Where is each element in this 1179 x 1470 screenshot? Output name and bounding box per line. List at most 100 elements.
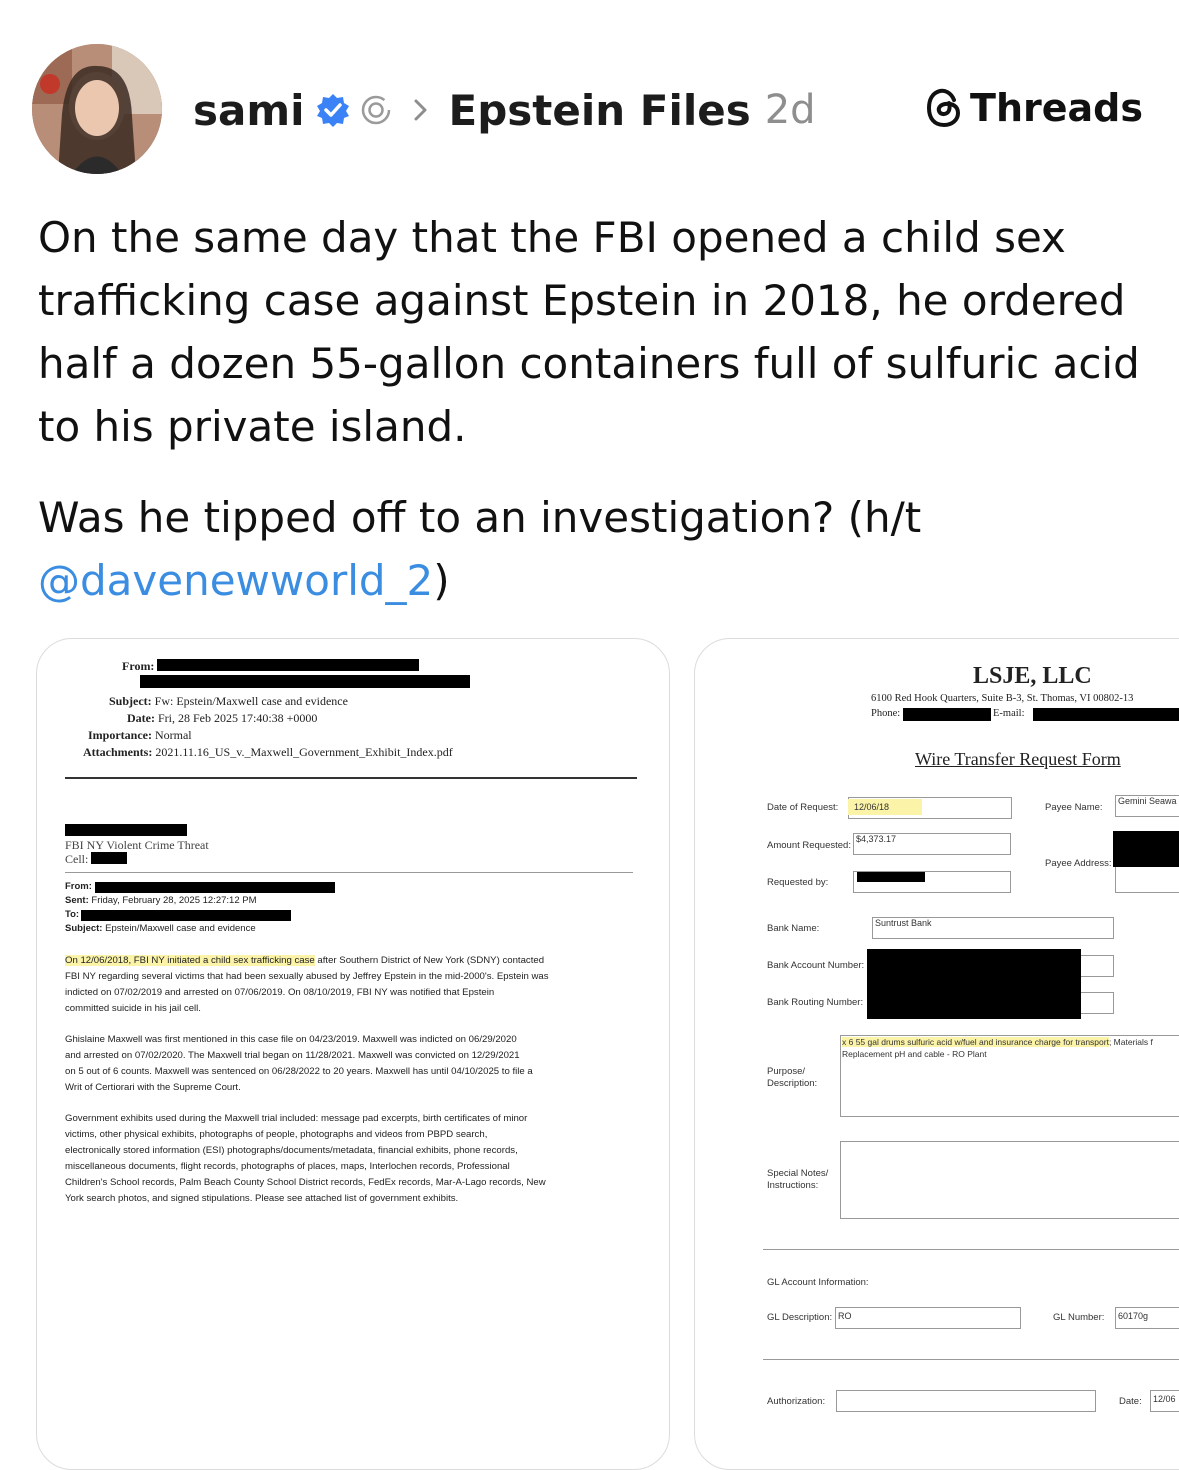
- post-closing: ): [433, 556, 450, 605]
- body2-line: Writ of Certiorari with the Supreme Cour…: [65, 1082, 241, 1093]
- post-paragraph-2: Was he tipped off to an investigation? (…: [38, 486, 1148, 612]
- email-subject-label: Subject:: [109, 694, 152, 708]
- date-label: Date:: [1119, 1396, 1142, 1407]
- avatar-photo: [32, 44, 162, 174]
- body3-line: Children's School records, Palm Beach Co…: [65, 1177, 546, 1188]
- inner-subject-label: Subject:: [65, 923, 103, 934]
- payee-name-label: Payee Name:: [1045, 802, 1103, 813]
- divider: [763, 1359, 1179, 1360]
- divider: [65, 872, 633, 873]
- username[interactable]: sami: [193, 86, 305, 135]
- redaction: [1033, 708, 1179, 721]
- company-address: 6100 Red Hook Quarters, Suite B-3, St. T…: [871, 693, 1134, 704]
- topic-link[interactable]: Epstein Files: [449, 86, 751, 135]
- inner-sent: Friday, February 28, 2025 12:27:12 PM: [91, 895, 257, 906]
- gl-description-field: [835, 1307, 1021, 1329]
- post-header: sami Epstein Files 2d: [193, 80, 816, 140]
- redaction: [65, 824, 187, 836]
- divider: [763, 1249, 1179, 1250]
- redaction: [81, 910, 291, 921]
- highlighted-case-sentence: On 12/06/2018, FBI NY initiated a child …: [65, 955, 315, 966]
- payee-address-label: Payee Address:: [1045, 858, 1112, 869]
- body3-line: electronically stored information (ESI) …: [65, 1145, 518, 1156]
- post-body: On the same day that the FBI opened a ch…: [38, 206, 1148, 612]
- inner-subject-line: Subject: Epstein/Maxwell case and eviden…: [65, 923, 256, 934]
- body2-line: on 5 out of 6 counts. Maxwell was senten…: [65, 1066, 533, 1077]
- notes-label-1: Special Notes/: [767, 1168, 829, 1179]
- requested-by-label: Requested by:: [767, 877, 829, 888]
- signature-title: FBI NY Violent Crime Threat: [65, 838, 209, 852]
- body3-line: Government exhibits used during the Maxw…: [65, 1113, 528, 1124]
- email-body-paragraph-3: Government exhibits used during the Maxw…: [65, 1111, 546, 1207]
- email-attachments-line: Attachments: 2021.11.16_US_v._Maxwell_Go…: [83, 745, 453, 760]
- post-question: Was he tipped off to an investigation? (…: [38, 493, 922, 542]
- post-time: 2d: [764, 87, 816, 133]
- body1-rest: after Southern District of New York (SDN…: [314, 955, 545, 966]
- email-body-paragraph-2: Ghislaine Maxwell was first mentioned in…: [65, 1032, 533, 1096]
- redaction: [95, 882, 335, 893]
- threads-logo-icon: [927, 88, 961, 128]
- purpose-label-1: Purpose/: [767, 1066, 806, 1077]
- redaction: [903, 708, 991, 721]
- authorization-field: [836, 1390, 1096, 1412]
- purpose-label-2: Description:: [767, 1078, 818, 1089]
- threads-ring-icon: [361, 95, 390, 125]
- bank-account-label: Bank Account Number:: [767, 960, 865, 971]
- email-subject: Fw: Epstein/Maxwell case and evidence: [154, 694, 348, 708]
- attachment-image-wire-form[interactable]: LSJE, LLC 6100 Red Hook Quarters, Suite …: [694, 638, 1179, 1470]
- authorization-label: Authorization:: [767, 1396, 826, 1407]
- gl-number-label: GL Number:: [1053, 1312, 1105, 1323]
- bank-name-value: Suntrust Bank: [875, 918, 932, 928]
- bank-name-label: Bank Name:: [767, 923, 820, 934]
- form-title: Wire Transfer Request Form: [915, 749, 1121, 769]
- gl-description-label: GL Description:: [767, 1312, 833, 1323]
- gl-info-label: GL Account Information:: [767, 1277, 869, 1288]
- signature-cell: Cell:: [65, 852, 89, 866]
- body1-line: committed suicide in his jail cell.: [65, 1003, 201, 1014]
- body3-line: victims, other physical exhibits, photog…: [65, 1129, 488, 1140]
- email-importance: Normal: [154, 728, 192, 742]
- email-date-label: Date:: [127, 711, 155, 725]
- email-importance-label: Importance:: [88, 728, 152, 742]
- bank-routing-label: Bank Routing Number:: [767, 997, 864, 1008]
- body3-line: miscellaneous documents, flight records,…: [65, 1161, 510, 1172]
- gl-description-value: RO: [838, 1311, 852, 1321]
- inner-subject: Epstein/Maxwell case and evidence: [105, 923, 256, 934]
- email-importance-line: Importance: Normal: [88, 728, 192, 743]
- date-of-request-value: 12/06/18: [848, 799, 922, 815]
- body3-line: York search photos, and signed stipulati…: [65, 1193, 459, 1204]
- threads-brand: Threads: [924, 86, 1143, 130]
- redaction: [867, 949, 1081, 1019]
- email-subject-line: Subject: Fw: Epstein/Maxwell case and ev…: [109, 694, 348, 709]
- email-body-paragraph-1: On 12/06/2018, FBI NY initiated a child …: [65, 953, 549, 1017]
- purpose-field: [840, 1035, 1179, 1117]
- body2-line: and arrested on 07/02/2020. The Maxwell …: [65, 1050, 520, 1061]
- gl-number-value: 60170g: [1118, 1311, 1149, 1321]
- date-of-request-label: Date of Request:: [767, 802, 839, 813]
- body1-line: FBI NY regarding several victims that ha…: [65, 971, 549, 982]
- attachment-image-email[interactable]: From: Subject: Fw: Epstein/Maxwell case …: [36, 638, 670, 1470]
- mention-link[interactable]: @davenewworld_2: [38, 556, 433, 605]
- avatar[interactable]: [32, 44, 162, 174]
- inner-sent-label: Sent:: [65, 895, 89, 906]
- email-label: E-mail:: [993, 708, 1025, 719]
- redaction: [857, 872, 925, 882]
- purpose-line-2: Replacement pH and cable - RO Plant: [842, 1049, 987, 1059]
- body2-line: Ghislaine Maxwell was first mentioned in…: [65, 1034, 517, 1045]
- email-attachments-label: Attachments:: [83, 745, 153, 759]
- amount-label: Amount Requested:: [767, 840, 851, 851]
- email-date-line: Date: Fri, 28 Feb 2025 17:40:38 +0000: [127, 711, 317, 726]
- verified-badge-icon: [316, 94, 349, 127]
- redaction: [140, 675, 470, 688]
- body1-line: indicted on 07/02/2019 and arrested on 0…: [65, 987, 495, 998]
- chevron-right-icon: [414, 99, 427, 121]
- redaction: [157, 659, 419, 671]
- divider: [65, 777, 637, 779]
- inner-sent-line: Sent: Friday, February 28, 2025 12:27:12…: [65, 895, 257, 906]
- email-attachments: 2021.11.16_US_v._Maxwell_Government_Exhi…: [155, 745, 453, 759]
- email-from-label: From:: [122, 659, 155, 673]
- redaction: [91, 852, 127, 864]
- company-name: LSJE, LLC: [973, 663, 1092, 689]
- phone-label: Phone:: [871, 708, 901, 719]
- redaction: [1113, 831, 1179, 867]
